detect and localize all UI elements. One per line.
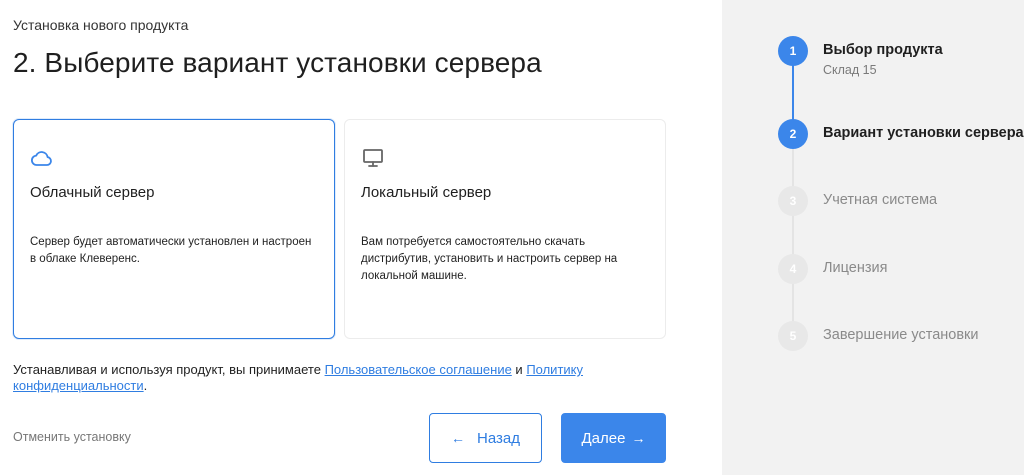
option-title: Локальный сервер [361, 184, 492, 201]
next-button[interactable]: Далее → [561, 413, 666, 463]
local-server-option[interactable]: Локальный сервер Вам потребуется самосто… [344, 119, 666, 339]
step-label: Выбор продукта [823, 42, 943, 58]
step-product-selection: 1 Выбор продукта Склад 15 [778, 36, 943, 77]
progress-line-pending [792, 146, 794, 338]
step-label: Завершение установки [823, 327, 979, 343]
option-description: Вам потребуется самостоятельно скачать д… [361, 236, 618, 282]
step-number: 3 [778, 186, 808, 216]
option-description: Сервер будет автоматически установлен и … [30, 236, 312, 265]
agreement-text: Устанавливая и используя продукт, вы при… [13, 362, 653, 394]
step-number: 2 [778, 119, 808, 149]
cloud-icon [30, 146, 54, 170]
step-label: Вариант установки сервера [823, 125, 1024, 141]
step-number: 1 [778, 36, 808, 66]
main-panel: Установка нового продукта 2. Выберите ва… [0, 0, 722, 475]
agreement-middle: и [511, 362, 527, 377]
step-number: 4 [778, 254, 808, 284]
step-server-variant: 2 Вариант установки сервера [778, 119, 1024, 149]
monitor-icon [361, 146, 385, 170]
next-button-label: Далее [581, 429, 626, 447]
step-number: 5 [778, 321, 808, 351]
arrow-right-icon: → [631, 430, 646, 446]
step-label: Лицензия [823, 260, 888, 276]
page-title: 2. Выберите вариант установки сервера [13, 47, 542, 78]
arrow-left-icon: ← [451, 430, 465, 446]
cloud-server-option[interactable]: Облачный сервер Сервер будет автоматичес… [13, 119, 335, 339]
back-button-label: Назад [477, 429, 520, 447]
cancel-install-link[interactable]: Отменить установку [13, 430, 131, 444]
step-finish-install: 5 Завершение установки [778, 321, 979, 351]
agreement-suffix: . [143, 378, 148, 393]
user-agreement-link[interactable]: Пользовательское соглашение [325, 362, 512, 377]
step-label: Учетная система [823, 192, 938, 208]
back-button[interactable]: ← Назад [429, 413, 542, 463]
step-accounting-system: 3 Учетная система [778, 186, 937, 216]
step-license: 4 Лицензия [778, 254, 887, 284]
agreement-prefix: Устанавливая и используя продукт, вы при… [13, 362, 325, 377]
step-sublabel: Склад 15 [823, 63, 877, 77]
option-title: Облачный сервер [30, 184, 155, 201]
breadcrumb: Установка нового продукта [13, 17, 189, 33]
